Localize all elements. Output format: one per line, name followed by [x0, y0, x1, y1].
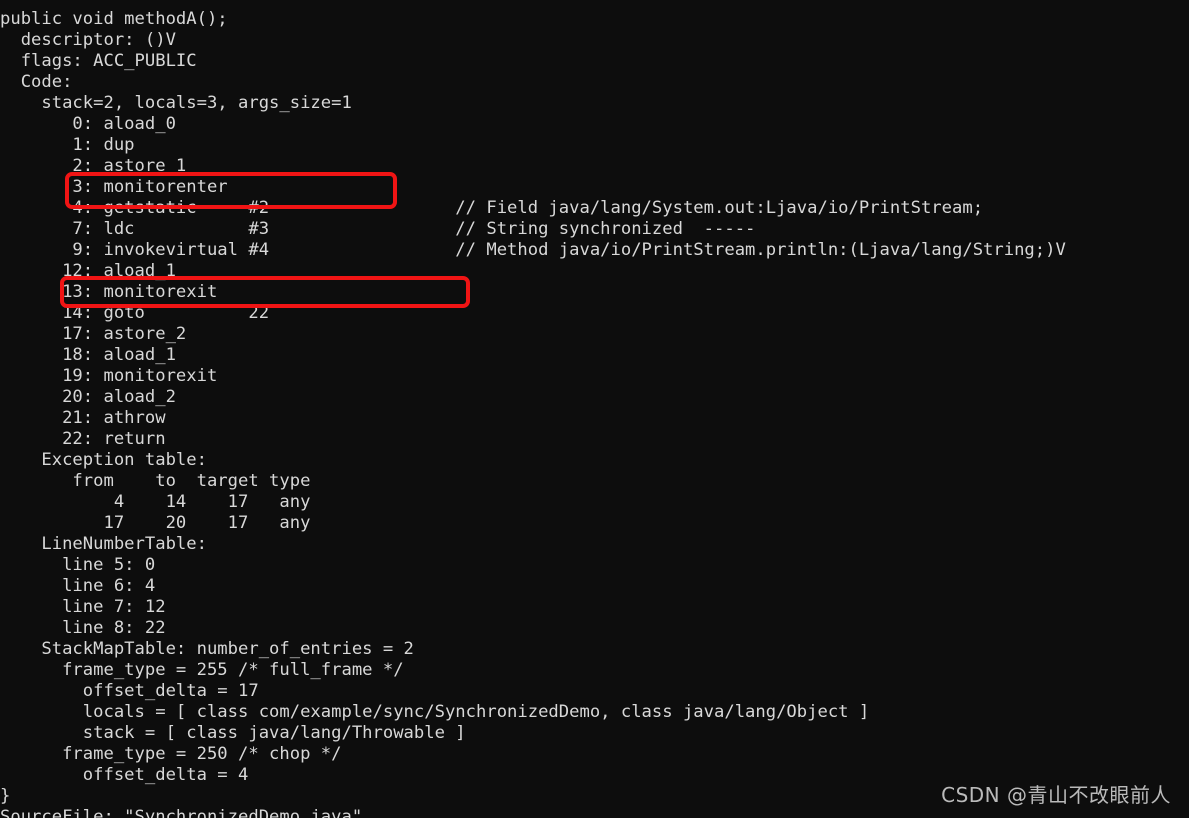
code-line: line 6: 4: [0, 576, 156, 596]
code-line: stack=2, locals=3, args_size=1: [0, 93, 352, 113]
code-line: 4: getstatic #2 // Field java/lang/Syste…: [0, 198, 984, 218]
code-line: 13: monitorexit: [0, 282, 218, 302]
code-line: 1: dup: [0, 135, 135, 155]
code-line: 3: monitorenter: [0, 177, 228, 197]
csdn-watermark: CSDN @青山不改眼前人: [941, 783, 1171, 807]
code-line: flags: ACC_PUBLIC: [0, 51, 197, 71]
code-line: 4 14 17 any: [0, 492, 311, 512]
code-line: 20: aload_2: [0, 387, 176, 407]
code-line: Code:: [0, 72, 73, 92]
code-line: 19: monitorexit: [0, 366, 218, 386]
code-line: descriptor: ()V: [0, 30, 176, 50]
code-line: stack = [ class java/lang/Throwable ]: [0, 723, 466, 743]
code-line: public void methodA();: [0, 9, 228, 29]
code-line: offset_delta = 17: [0, 681, 259, 701]
code-line: 21: athrow: [0, 408, 166, 428]
code-line: frame_type = 255 /* full_frame */: [0, 660, 404, 680]
code-line: StackMapTable: number_of_entries = 2: [0, 639, 414, 659]
code-line: line 5: 0: [0, 555, 156, 575]
code-line: 12: aload_1: [0, 261, 176, 281]
code-line: LineNumberTable:: [0, 534, 207, 554]
code-line: line 7: 12: [0, 597, 166, 617]
code-line: SourceFile: "SynchronizedDemo.java": [0, 807, 363, 818]
code-line: locals = [ class com/example/sync/Synchr…: [0, 702, 870, 722]
code-line: line 8: 22: [0, 618, 166, 638]
code-line: 18: aload_1: [0, 345, 176, 365]
code-line: Exception table:: [0, 450, 207, 470]
code-line: 2: astore_1: [0, 156, 187, 176]
code-line: 22: return: [0, 429, 166, 449]
code-line: 0: aload_0: [0, 114, 176, 134]
code-line: 14: goto 22: [0, 303, 270, 323]
code-line: 9: invokevirtual #4 // Method java/io/Pr…: [0, 240, 1066, 260]
javap-output-text: public void methodA(); descriptor: ()V f…: [0, 0, 1189, 818]
terminal-screenshot: public void methodA(); descriptor: ()V f…: [0, 0, 1189, 818]
code-line: frame_type = 250 /* chop */: [0, 744, 342, 764]
code-line: 7: ldc #3 // String synchronized -----: [0, 219, 756, 239]
code-line: 17: astore_2: [0, 324, 187, 344]
code-line: from to target type: [0, 471, 311, 491]
code-line: 17 20 17 any: [0, 513, 311, 533]
